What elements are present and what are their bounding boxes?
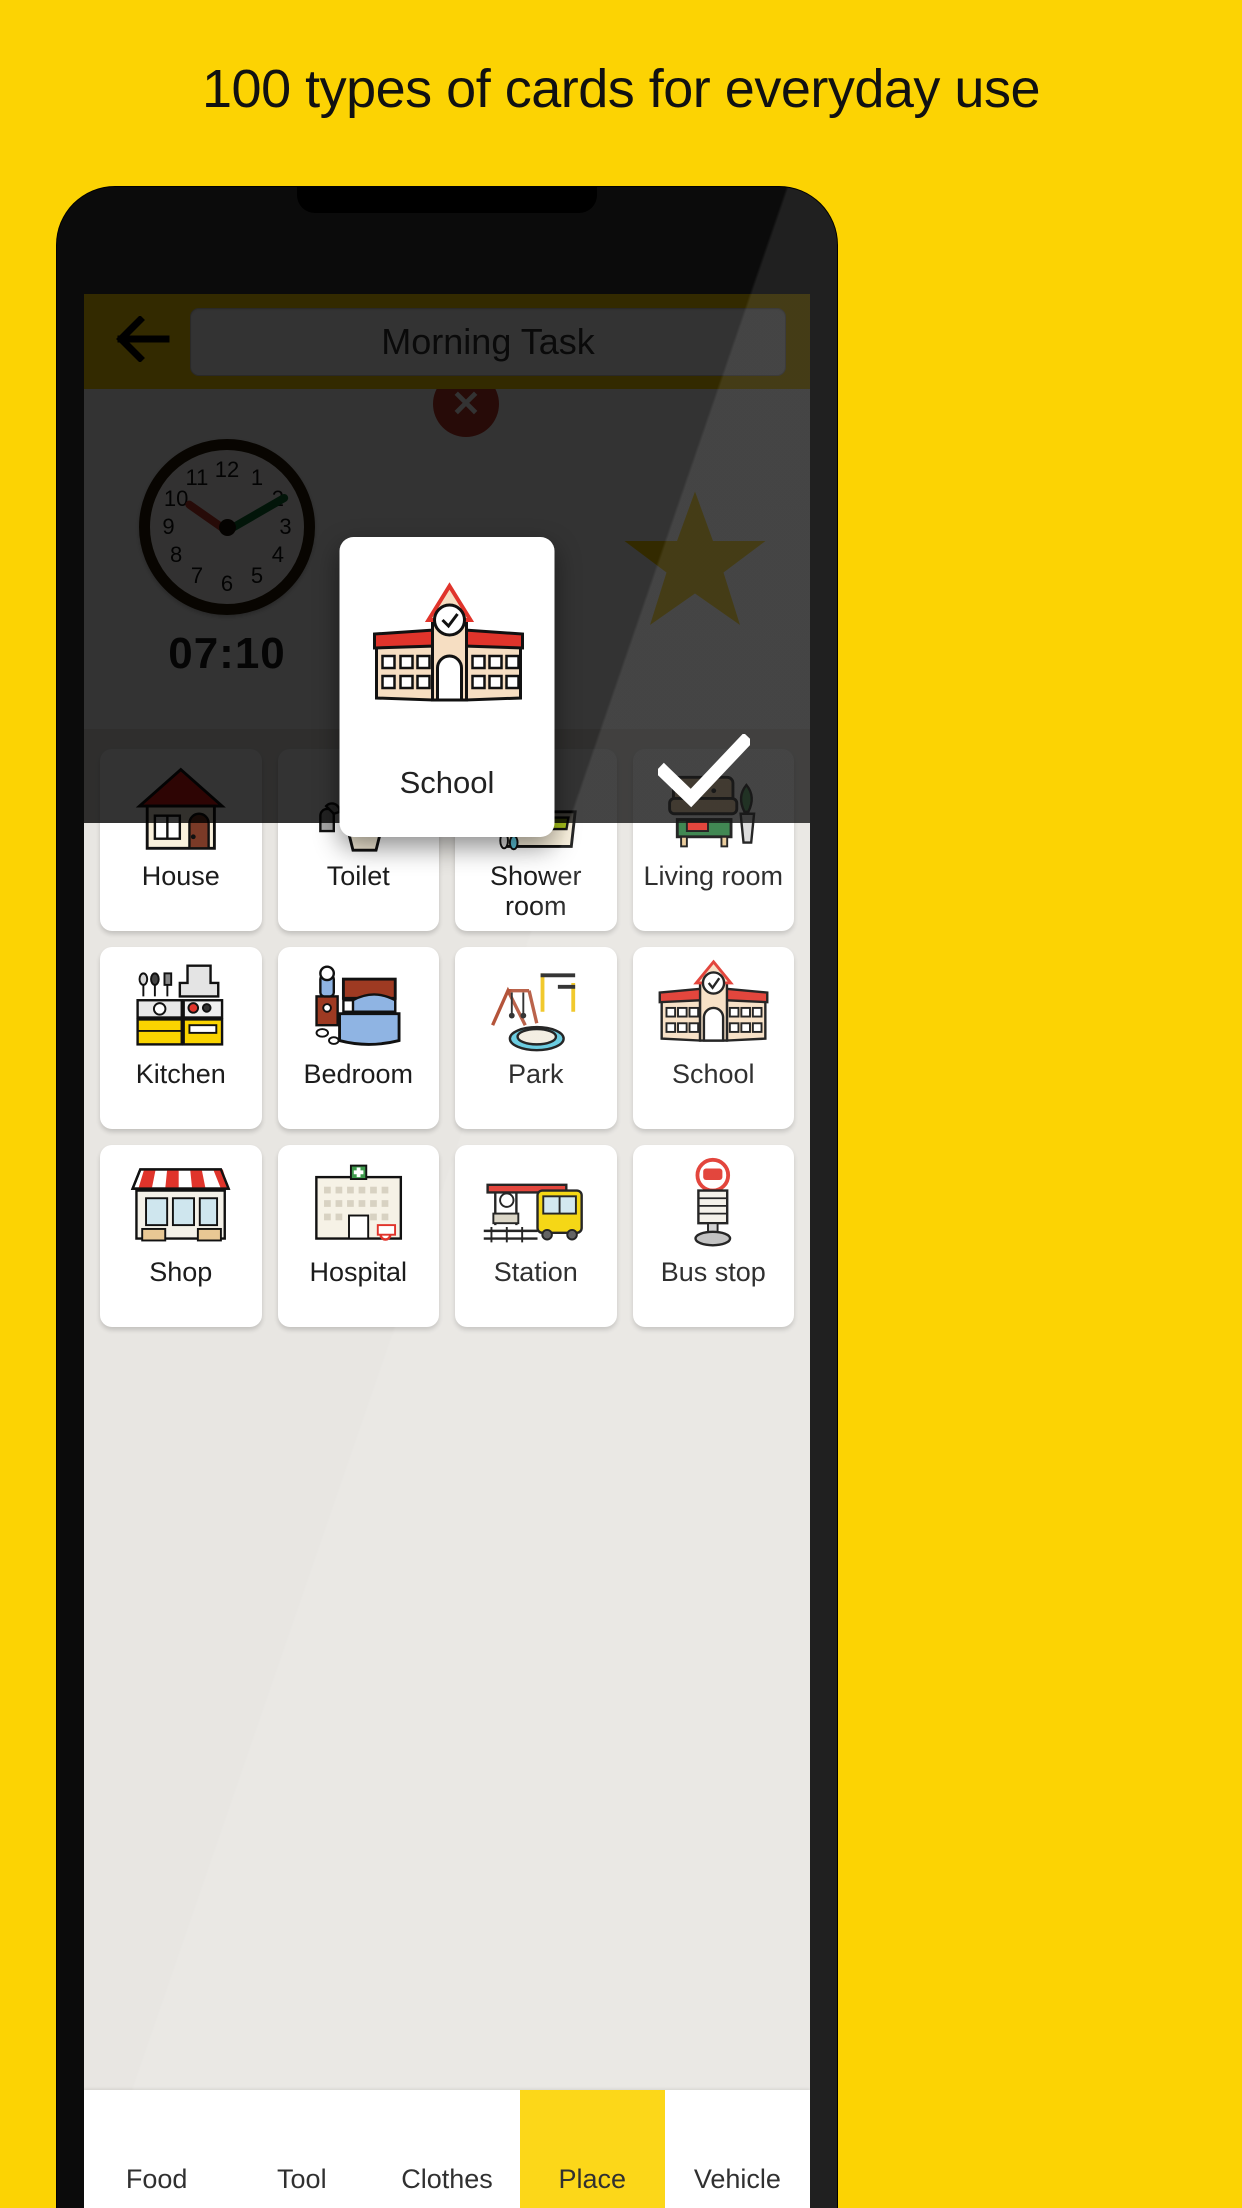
- tab-label: Food: [125, 2163, 188, 2194]
- card-hospital[interactable]: Hospital: [277, 1145, 440, 1327]
- station-icon: [455, 1153, 617, 1255]
- card-bedroom[interactable]: Bedroom: [277, 947, 440, 1129]
- tab-vehicle[interactable]: Vehicle: [665, 2090, 810, 2208]
- tab-clothes[interactable]: Clothes: [374, 2090, 519, 2208]
- shop-icon: [100, 1153, 262, 1255]
- card-label: Hospital: [309, 1257, 408, 1287]
- card-shop[interactable]: Shop: [100, 1145, 262, 1327]
- tab-place[interactable]: Place: [519, 2090, 665, 2208]
- card-label: Park: [507, 1059, 564, 1089]
- park-icon: [455, 955, 617, 1057]
- page-title: 100 types of cards for everyday use: [202, 59, 1040, 119]
- tab-tool[interactable]: Tool: [229, 2090, 374, 2208]
- school-icon: [633, 955, 795, 1057]
- phone-notch: [297, 187, 597, 213]
- selected-card-label: School: [399, 765, 495, 800]
- card-label: Shop: [149, 1257, 213, 1287]
- card-school[interactable]: School: [632, 947, 795, 1129]
- tab-label: Vehicle: [693, 2163, 781, 2194]
- card-label: House: [141, 861, 220, 891]
- tab-label: Place: [558, 2163, 626, 2194]
- card-label: Toilet: [326, 861, 390, 891]
- bottom-tab-bar: Food Tool Clothes Place Vehicle: [84, 2090, 810, 2208]
- card-park[interactable]: Park: [455, 947, 617, 1129]
- card-kitchen[interactable]: Kitchen: [100, 947, 262, 1129]
- phone-frame: Morning Task 12 1 2 3 4 5 6 7 8 9 10 11: [57, 187, 837, 2208]
- card-label: Living room: [643, 861, 784, 891]
- tab-label: Tool: [277, 2163, 327, 2194]
- card-label: Bus stop: [660, 1257, 766, 1287]
- selected-card[interactable]: School: [339, 537, 555, 837]
- bus-stop-icon: [633, 1153, 795, 1255]
- card-label: Kitchen: [135, 1059, 226, 1089]
- card-grid-area[interactable]: House Toilet Shower room Living room Kit…: [84, 729, 810, 1904]
- bedroom-icon: [278, 955, 440, 1057]
- hospital-icon: [278, 1153, 440, 1255]
- tab-label: Clothes: [401, 2163, 493, 2194]
- kitchen-icon: [100, 955, 262, 1057]
- card-label: Shower room: [489, 861, 582, 922]
- card-station[interactable]: Station: [455, 1145, 617, 1327]
- tab-food[interactable]: Food: [84, 2090, 229, 2208]
- card-label: Station: [493, 1257, 578, 1287]
- card-label: School: [671, 1059, 755, 1089]
- school-icon: [340, 537, 555, 765]
- card-bus-stop[interactable]: Bus stop: [632, 1145, 795, 1327]
- confirm-check-button[interactable]: [654, 732, 754, 813]
- app-screen: Morning Task 12 1 2 3 4 5 6 7 8 9 10 11: [84, 294, 810, 2208]
- card-label: Bedroom: [303, 1059, 414, 1089]
